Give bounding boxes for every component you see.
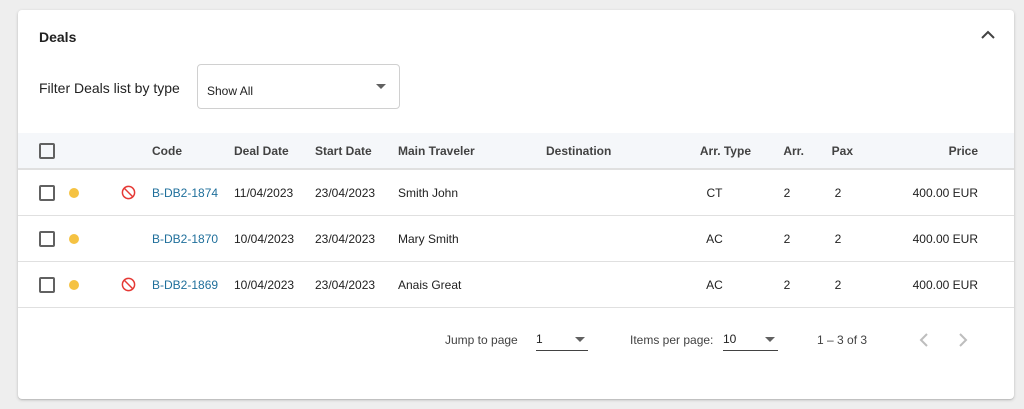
select-all-checkbox[interactable] [39, 142, 55, 159]
deal-type-select[interactable]: Show All [197, 64, 400, 109]
header-arr[interactable]: Arr. [770, 133, 804, 168]
arr-type: AC [706, 231, 723, 246]
price: 400.00 EUR [912, 277, 978, 292]
card-title: Deals [39, 29, 77, 45]
arr-count: 2 [783, 231, 791, 246]
destination [546, 170, 666, 215]
table-row[interactable]: B-DB2-1874 11/04/2023 23/04/2023 Smith J… [18, 170, 1014, 216]
header-destination[interactable]: Destination [546, 133, 666, 168]
pax-count: 2 [834, 277, 842, 292]
items-per-page-select[interactable]: 10 [723, 323, 778, 351]
status-dot [69, 187, 79, 198]
deal-date: 10/04/2023 [234, 231, 295, 246]
header-pax[interactable]: Pax [823, 133, 853, 168]
no-entry-icon [121, 277, 136, 292]
header-main-traveler[interactable]: Main Traveler [398, 133, 538, 168]
start-date: 23/04/2023 [315, 185, 376, 200]
arr-count: 2 [783, 277, 791, 292]
deal-code-link[interactable]: B-DB2-1869 [152, 262, 227, 307]
row-checkbox[interactable] [39, 184, 55, 201]
deal-type-select-value: Show All [207, 84, 254, 98]
table-header: Code Deal Date Start Date Main Traveler … [18, 133, 1014, 170]
header-price[interactable]: Price [898, 133, 978, 168]
row-checkbox[interactable] [39, 276, 55, 293]
chevron-up-icon [981, 30, 995, 39]
deals-card: Deals Filter Deals list by type Show All… [18, 10, 1014, 399]
previous-page-button[interactable] [912, 329, 934, 351]
header-arr-type[interactable]: Arr. Type [678, 133, 751, 168]
price: 400.00 EUR [912, 185, 978, 200]
collapse-button[interactable] [978, 24, 998, 44]
header-deal-date[interactable]: Deal Date [234, 133, 314, 168]
arr-type: CT [706, 185, 723, 200]
deal-date: 11/04/2023 [234, 185, 294, 200]
start-date: 23/04/2023 [315, 231, 376, 246]
header-code[interactable]: Code [152, 133, 227, 168]
table-row[interactable]: B-DB2-1869 10/04/2023 23/04/2023 Anais G… [18, 262, 1014, 308]
no-entry-icon [121, 185, 136, 200]
pax-count: 2 [834, 185, 842, 200]
caret-down-icon [376, 84, 386, 89]
page-range: 1 – 3 of 3 [817, 333, 868, 347]
main-traveler: Anais Great [398, 277, 462, 292]
chevron-left-icon [919, 333, 928, 347]
pax-count: 2 [834, 231, 842, 246]
items-per-page-label: Items per page: [630, 333, 714, 347]
jump-to-page-label: Jump to page [445, 333, 518, 347]
chevron-right-icon [958, 333, 967, 347]
deal-date: 10/04/2023 [234, 277, 295, 292]
deal-code-link[interactable]: B-DB2-1874 [152, 170, 227, 215]
arr-type: AC [706, 277, 723, 292]
table-row[interactable]: B-DB2-1870 10/04/2023 23/04/2023 Mary Sm… [18, 216, 1014, 262]
main-traveler: Smith John [398, 185, 459, 200]
status-dot [69, 279, 79, 290]
destination [546, 262, 666, 307]
row-checkbox[interactable] [39, 230, 55, 247]
price: 400.00 EUR [912, 231, 978, 246]
jump-to-page-select[interactable]: 1 [536, 323, 588, 351]
arr-count: 2 [783, 185, 791, 200]
items-per-page-value: 10 [723, 332, 737, 346]
next-page-button[interactable] [952, 329, 974, 351]
deal-code-link[interactable]: B-DB2-1870 [152, 216, 227, 261]
caret-down-icon [575, 337, 585, 342]
status-dot [69, 233, 79, 244]
pagination: Jump to page 1 Items per page: 10 1 – 3 … [18, 319, 1014, 359]
main-traveler: Mary Smith [398, 231, 459, 246]
destination [546, 216, 666, 261]
header-start-date[interactable]: Start Date [315, 133, 395, 168]
filter-label: Filter Deals list by type [39, 80, 180, 96]
start-date: 23/04/2023 [315, 277, 376, 292]
deals-table: Code Deal Date Start Date Main Traveler … [18, 133, 1014, 308]
jump-to-page-value: 1 [536, 332, 543, 346]
caret-down-icon [765, 337, 775, 342]
